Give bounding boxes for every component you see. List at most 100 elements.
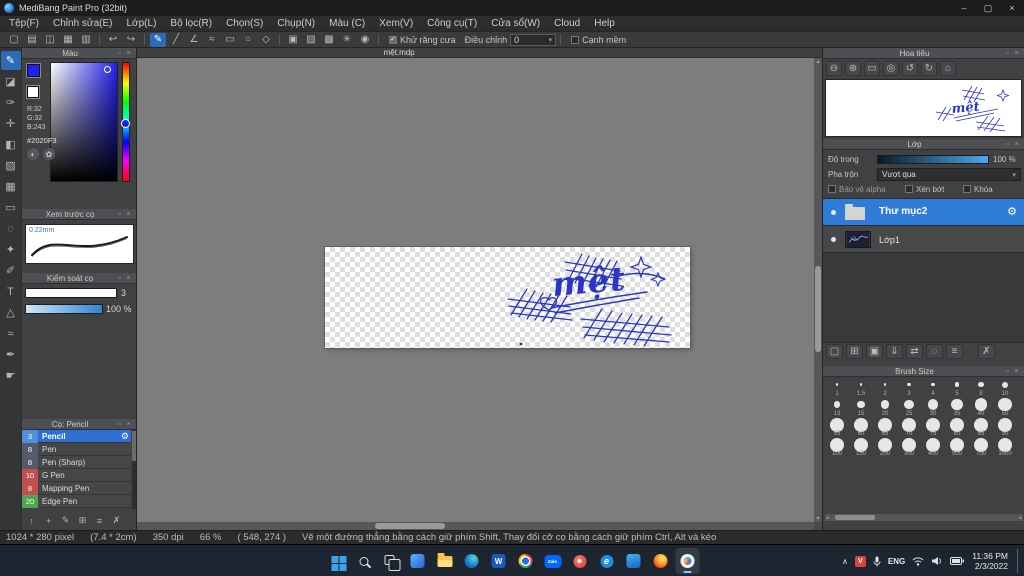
canvas-horizontal-scrollbar[interactable] — [137, 522, 814, 530]
add-layer-icon[interactable]: ▢ — [826, 344, 843, 359]
taskbar-widgets[interactable] — [406, 548, 430, 574]
soft-edge-checkbox[interactable] — [571, 35, 580, 44]
brush-size-55[interactable]: 55 — [825, 417, 849, 438]
microphone-icon[interactable] — [873, 556, 881, 567]
gradient-tool[interactable]: ▨ — [1, 156, 21, 175]
shape-tool[interactable]: △ — [1, 303, 21, 322]
undo-icon[interactable]: ↩ — [105, 33, 121, 47]
brush-opacity-slider[interactable] — [25, 304, 103, 314]
snap-cross-icon[interactable]: ▩ — [321, 33, 337, 47]
brush-size-700[interactable]: 700 — [969, 437, 993, 458]
soft-edge-option[interactable]: Cạnh mềm — [571, 35, 626, 45]
panel-popout-icon[interactable]: ▫ — [115, 421, 124, 428]
blend-mode-select[interactable]: Vượt qua ▾ — [877, 168, 1021, 181]
brush-folder-icon[interactable]: ⊞ — [75, 514, 90, 527]
brush-size-70[interactable]: 70 — [897, 417, 921, 438]
visibility-icon[interactable] — [831, 210, 836, 215]
hue-slider[interactable] — [121, 62, 130, 182]
rect-icon[interactable]: ▭ — [222, 33, 238, 47]
reset-view-icon[interactable]: ⌂ — [940, 61, 956, 76]
scroll-thumb[interactable] — [835, 515, 875, 520]
brush-size-1[interactable]: 1 — [825, 378, 849, 398]
layer-row[interactable]: Lớp1 — [823, 226, 1024, 253]
edit-brush-icon[interactable]: ✎ — [58, 514, 73, 527]
snap-vanish-icon[interactable]: ✳ — [339, 33, 355, 47]
clipping-checkbox[interactable] — [905, 185, 913, 193]
brush-size-50[interactable]: 50 — [993, 397, 1017, 418]
brush-size-15[interactable]: 15 — [849, 398, 873, 418]
menu-item-6[interactable]: Màu (C) — [322, 16, 372, 31]
menu-item-0[interactable]: Tệp(F) — [2, 16, 46, 31]
brush-size-10[interactable]: 10 — [993, 378, 1017, 398]
brush-size-85[interactable]: 85 — [969, 417, 993, 438]
brush-size-1.5[interactable]: 1.5 — [849, 378, 873, 398]
correction-select[interactable]: 0 ▾ — [510, 33, 557, 46]
brush-menu-icon[interactable]: ≡ — [92, 514, 107, 527]
rotate-right-icon[interactable]: ↻ — [921, 61, 937, 76]
brush-size-30[interactable]: 30 — [921, 398, 945, 418]
redo-icon[interactable]: ↪ — [123, 33, 139, 47]
wifi-icon[interactable] — [912, 556, 924, 566]
add-brush-icon[interactable]: + — [41, 514, 56, 527]
brush-size-500[interactable]: 500 — [945, 437, 969, 458]
eraser-tool[interactable]: ◪ — [1, 72, 21, 91]
select-pen-tool[interactable]: ✐ — [1, 261, 21, 280]
brush-size-5[interactable]: 5 — [945, 378, 969, 398]
transfer-icon[interactable]: ⇄ — [906, 344, 923, 359]
taskbar-word[interactable]: W — [487, 548, 511, 574]
menu-item-2[interactable]: Lớp(L) — [120, 16, 164, 31]
brush-size-4[interactable]: 4 — [921, 378, 945, 398]
menu-item-8[interactable]: Công cụ(T) — [420, 16, 484, 31]
fill-tool[interactable]: ◧ — [1, 135, 21, 154]
panel-popout-icon[interactable]: ▫ — [115, 50, 124, 57]
hand-tool[interactable]: ☛ — [1, 366, 21, 385]
battery-icon[interactable] — [950, 557, 965, 565]
brush-size-200[interactable]: 200 — [873, 437, 897, 458]
rotate-left-icon[interactable]: ↺ — [902, 61, 918, 76]
show-desktop-button[interactable] — [1017, 549, 1020, 573]
language-indicator[interactable]: ENG — [888, 557, 905, 566]
line-icon[interactable]: ╱ — [168, 33, 184, 47]
menu-item-7[interactable]: Xem(V) — [372, 16, 420, 31]
horizontal-scroll-thumb[interactable] — [375, 523, 445, 529]
snap-parallel-icon[interactable]: ▨ — [303, 33, 319, 47]
pen-tool[interactable]: ✑ — [1, 93, 21, 112]
antialias-option[interactable]: ✓ Khử răng cưa — [389, 35, 456, 45]
color-wheel-icon[interactable]: ◐ — [27, 148, 39, 160]
layer-menu-icon[interactable]: ≡ — [946, 344, 963, 359]
brush-size-65[interactable]: 65 — [873, 417, 897, 438]
eyedropper-tool[interactable]: ✒ — [1, 345, 21, 364]
taskbar-file-explorer[interactable] — [433, 548, 457, 574]
brush-item-3[interactable]: 10 G Pen — [22, 468, 131, 482]
canvas-vertical-scrollbar[interactable]: ▴ ▾ — [814, 58, 822, 522]
taskbar-blue-app[interactable] — [622, 548, 646, 574]
panel-close-icon[interactable]: × — [1012, 50, 1021, 57]
text-tool[interactable]: T — [1, 282, 21, 301]
protect-alpha-checkbox[interactable] — [828, 185, 836, 193]
navigator-preview[interactable]: mệt — [825, 79, 1022, 137]
menu-item-1[interactable]: Chỉnh sửa(E) — [46, 16, 120, 31]
brush-size-slider[interactable] — [25, 288, 117, 298]
zoom-in-icon[interactable]: ⊕ — [845, 61, 861, 76]
taskbar-medibang[interactable] — [675, 548, 700, 574]
panel-horizontal-scrollbar[interactable]: ◂ ▸ — [825, 514, 1023, 521]
brush-size-2[interactable]: 2 — [873, 378, 897, 398]
add-folder-icon[interactable]: ⊞ — [846, 344, 863, 359]
taskbar-edge[interactable] — [460, 548, 484, 574]
panel-popout-icon[interactable]: ▫ — [1003, 368, 1012, 375]
material-icon[interactable]: ▥ — [78, 33, 94, 47]
actual-pixels-icon[interactable]: ◎ — [883, 61, 899, 76]
brush-size-90[interactable]: 90 — [993, 417, 1017, 438]
panel-popout-icon[interactable]: ▫ — [115, 275, 124, 282]
brush-size-400[interactable]: 400 — [921, 437, 945, 458]
curve-icon[interactable]: ≈ — [204, 33, 220, 47]
brush-size-25[interactable]: 25 — [897, 398, 921, 418]
minimize-button[interactable]: – — [952, 0, 976, 16]
panel-close-icon[interactable]: × — [124, 211, 133, 218]
hue-marker[interactable] — [121, 119, 130, 128]
select-tool[interactable]: ▭ — [1, 198, 21, 217]
delete-brush-icon[interactable]: ✗ — [109, 514, 124, 527]
brush-size-100[interactable]: 100 — [825, 437, 849, 458]
freehand-icon[interactable]: ✎ — [150, 32, 166, 47]
brush-item-1[interactable]: 8 Pen — [22, 442, 131, 456]
